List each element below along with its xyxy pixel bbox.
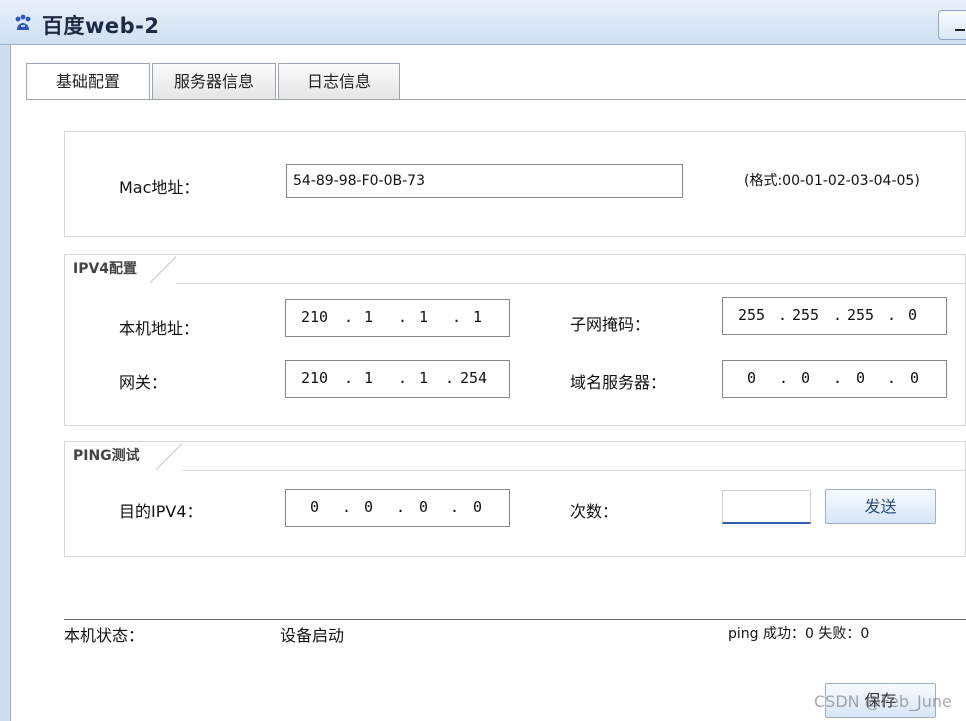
host-address-input[interactable]: 210 . 1 . 1 . 1 (285, 299, 510, 337)
ip-octet: 0 (473, 498, 483, 516)
watermark: CSDN @Feb_June (814, 692, 952, 711)
tab-basic-config[interactable]: 基础配置 (26, 63, 150, 100)
host-address-label: 本机地址： (119, 319, 200, 338)
ip-octet: 255 (792, 306, 820, 324)
target-ipv4-label: 目的IPV4： (119, 502, 203, 521)
legend-tail (156, 441, 182, 471)
ip-octet: 1 (473, 308, 483, 326)
ip-octet: 1 (419, 369, 429, 387)
device-status-value: 设备启动 (280, 626, 345, 645)
device-status-label: 本机状态： (64, 626, 145, 645)
ip-octet: 1 (364, 369, 374, 387)
dns-server-input[interactable]: 0 . 0 . 0 . 0 (722, 360, 947, 398)
gateway-label: 网关： (119, 373, 168, 392)
ping-legend: PING测试 (64, 441, 154, 471)
ip-octet: 255 (738, 306, 766, 324)
legend-tail (150, 254, 176, 284)
ip-octet: 0 (419, 498, 429, 516)
ip-octet: 210 (301, 369, 329, 387)
ip-octet: 254 (460, 369, 488, 387)
mac-panel: Mac地址： 54-89-98-F0-0B-73 (格式:00-01-02-03… (64, 131, 966, 237)
tab-divider (26, 99, 966, 100)
tab-log-info[interactable]: 日志信息 (278, 63, 400, 100)
baidu-paw-icon (15, 14, 31, 30)
ip-octet: 0 (310, 498, 320, 516)
subnet-mask-label: 子网掩码： (570, 315, 651, 334)
ip-octet: 0 (747, 369, 757, 387)
legend-line (182, 470, 966, 471)
dns-server-label: 域名服务器： (570, 373, 667, 392)
target-ipv4-input[interactable]: 0 . 0 . 0 . 0 (285, 489, 510, 527)
count-input[interactable] (722, 490, 811, 524)
ip-octet: 1 (364, 308, 374, 326)
ip-octet: 210 (301, 308, 329, 326)
status-divider (64, 619, 966, 620)
mac-label: Mac地址： (119, 178, 200, 197)
title-bar[interactable]: 百度web-2 (0, 0, 966, 45)
minimize-icon (955, 29, 965, 31)
ipv4-panel: IPV4配置 本机地址： 210 . 1 . 1 . 1 子网掩码： 255 .… (64, 254, 966, 426)
legend-line (176, 283, 966, 284)
ip-octet: 0 (910, 369, 920, 387)
mac-input[interactable]: 54-89-98-F0-0B-73 (286, 164, 683, 198)
ip-octet: 0 (364, 498, 374, 516)
minimize-button[interactable] (938, 10, 966, 40)
mac-format-hint: (格式:00-01-02-03-04-05) (744, 173, 920, 189)
count-label: 次数： (570, 502, 619, 521)
window-left-border (0, 45, 11, 721)
ping-result: ping 成功：0 失败：0 (728, 626, 870, 642)
subnet-mask-input[interactable]: 255 . 255 . 255 . 0 (722, 297, 947, 335)
ping-panel: PING测试 目的IPV4： 0 . 0 . 0 . 0 次数： 发送 (64, 441, 966, 557)
ip-octet: 0 (856, 369, 866, 387)
gateway-input[interactable]: 210 . 1 . 1 . 254 (285, 360, 510, 398)
ip-octet: 1 (419, 308, 429, 326)
ipv4-legend: IPV4配置 (64, 254, 152, 284)
ip-octet: 0 (908, 306, 918, 324)
window-title: 百度web-2 (42, 14, 160, 38)
send-button[interactable]: 发送 (825, 489, 936, 524)
ip-octet: 0 (801, 369, 811, 387)
ip-octet: 255 (847, 306, 875, 324)
tab-server-info[interactable]: 服务器信息 (152, 63, 276, 100)
